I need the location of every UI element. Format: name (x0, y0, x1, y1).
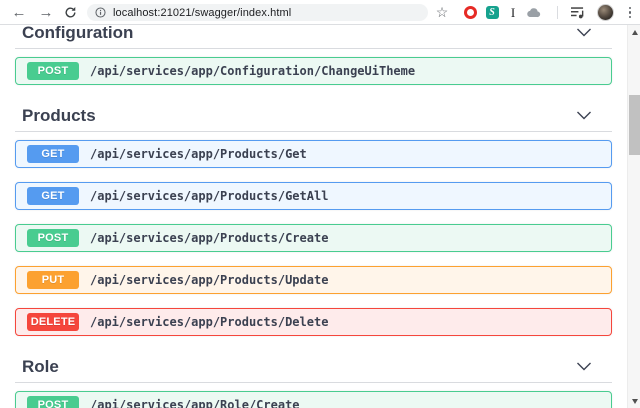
method-badge: DELETE (27, 313, 79, 331)
forward-icon[interactable]: → (37, 0, 55, 25)
endpoint-row-get[interactable]: GET /api/services/app/Products/Get (15, 140, 612, 168)
endpoint-row-get[interactable]: GET /api/services/app/Products/GetAll (15, 182, 612, 210)
chevron-down-icon[interactable] (576, 111, 592, 120)
swagger-page: Configuration POST /api/services/app/Con… (0, 25, 627, 408)
bookmark-star-icon[interactable]: ☆ (434, 0, 450, 25)
method-badge: POST (27, 396, 79, 408)
browser-menu-icon[interactable] (623, 0, 637, 25)
vertical-scrollbar[interactable] (627, 25, 640, 408)
site-info-icon[interactable] (95, 7, 106, 18)
extension-serif-i-icon[interactable]: I (505, 0, 521, 25)
method-badge: POST (27, 62, 79, 80)
scroll-down-icon[interactable] (628, 394, 640, 408)
address-bar[interactable]: localhost:21021/swagger/index.html (87, 4, 428, 21)
endpoint-path: /api/services/app/Products/GetAll (90, 189, 328, 203)
chevron-down-icon[interactable] (576, 28, 592, 37)
endpoint-path: /api/services/app/Products/Get (90, 147, 307, 161)
section-title: Products (22, 104, 96, 128)
chevron-down-icon[interactable] (576, 362, 592, 371)
section-header-products[interactable]: Products (15, 104, 612, 132)
url-text[interactable]: localhost:21021/swagger/index.html (113, 7, 291, 19)
endpoint-row-delete[interactable]: DELETE /api/services/app/Products/Delete (15, 308, 612, 336)
api-sections: Configuration POST /api/services/app/Con… (15, 25, 612, 408)
section-header-role[interactable]: Role (15, 355, 612, 383)
endpoint-path: /api/services/app/Products/Update (90, 273, 328, 287)
method-badge: GET (27, 145, 79, 163)
reload-icon[interactable] (61, 0, 79, 25)
endpoint-path: /api/services/app/Products/Create (90, 231, 328, 245)
profile-avatar[interactable] (595, 0, 615, 25)
method-badge: GET (27, 187, 79, 205)
scroll-up-icon[interactable] (628, 25, 640, 39)
extension-teal-s-icon[interactable]: S (484, 0, 500, 25)
endpoint-list: POST /api/services/app/Role/Create (15, 391, 612, 408)
extension-cloud-icon[interactable] (525, 0, 543, 25)
endpoint-row-post[interactable]: POST /api/services/app/Role/Create (15, 391, 612, 408)
endpoint-row-post[interactable]: POST /api/services/app/Configuration/Cha… (15, 57, 612, 85)
section-title: Configuration (22, 25, 133, 45)
endpoint-list: GET /api/services/app/Products/Get GET /… (15, 140, 612, 336)
toolbar-separator (557, 6, 558, 19)
api-section: Products GET /api/services/app/Products/… (15, 104, 612, 336)
playlist-icon[interactable] (567, 0, 587, 25)
endpoint-row-post[interactable]: POST /api/services/app/Products/Create (15, 224, 612, 252)
section-header-configuration[interactable]: Configuration (15, 25, 612, 49)
method-badge: POST (27, 229, 79, 247)
api-section: Configuration POST /api/services/app/Con… (15, 25, 612, 85)
endpoint-path: /api/services/app/Products/Delete (90, 315, 328, 329)
endpoint-path: /api/services/app/Role/Create (90, 398, 300, 408)
back-icon[interactable]: ← (10, 0, 28, 25)
endpoint-path: /api/services/app/Configuration/ChangeUi… (90, 64, 415, 78)
browser-toolbar: ← → localhost:21021/swagger/index.html ☆… (0, 0, 640, 25)
endpoint-row-put[interactable]: PUT /api/services/app/Products/Update (15, 266, 612, 294)
scrollbar-thumb[interactable] (629, 95, 640, 155)
endpoint-list: POST /api/services/app/Configuration/Cha… (15, 57, 612, 85)
extension-red-ring-icon[interactable] (462, 0, 478, 25)
method-badge: PUT (27, 271, 79, 289)
section-title: Role (22, 355, 59, 379)
api-section: Role POST /api/services/app/Role/Create (15, 355, 612, 408)
